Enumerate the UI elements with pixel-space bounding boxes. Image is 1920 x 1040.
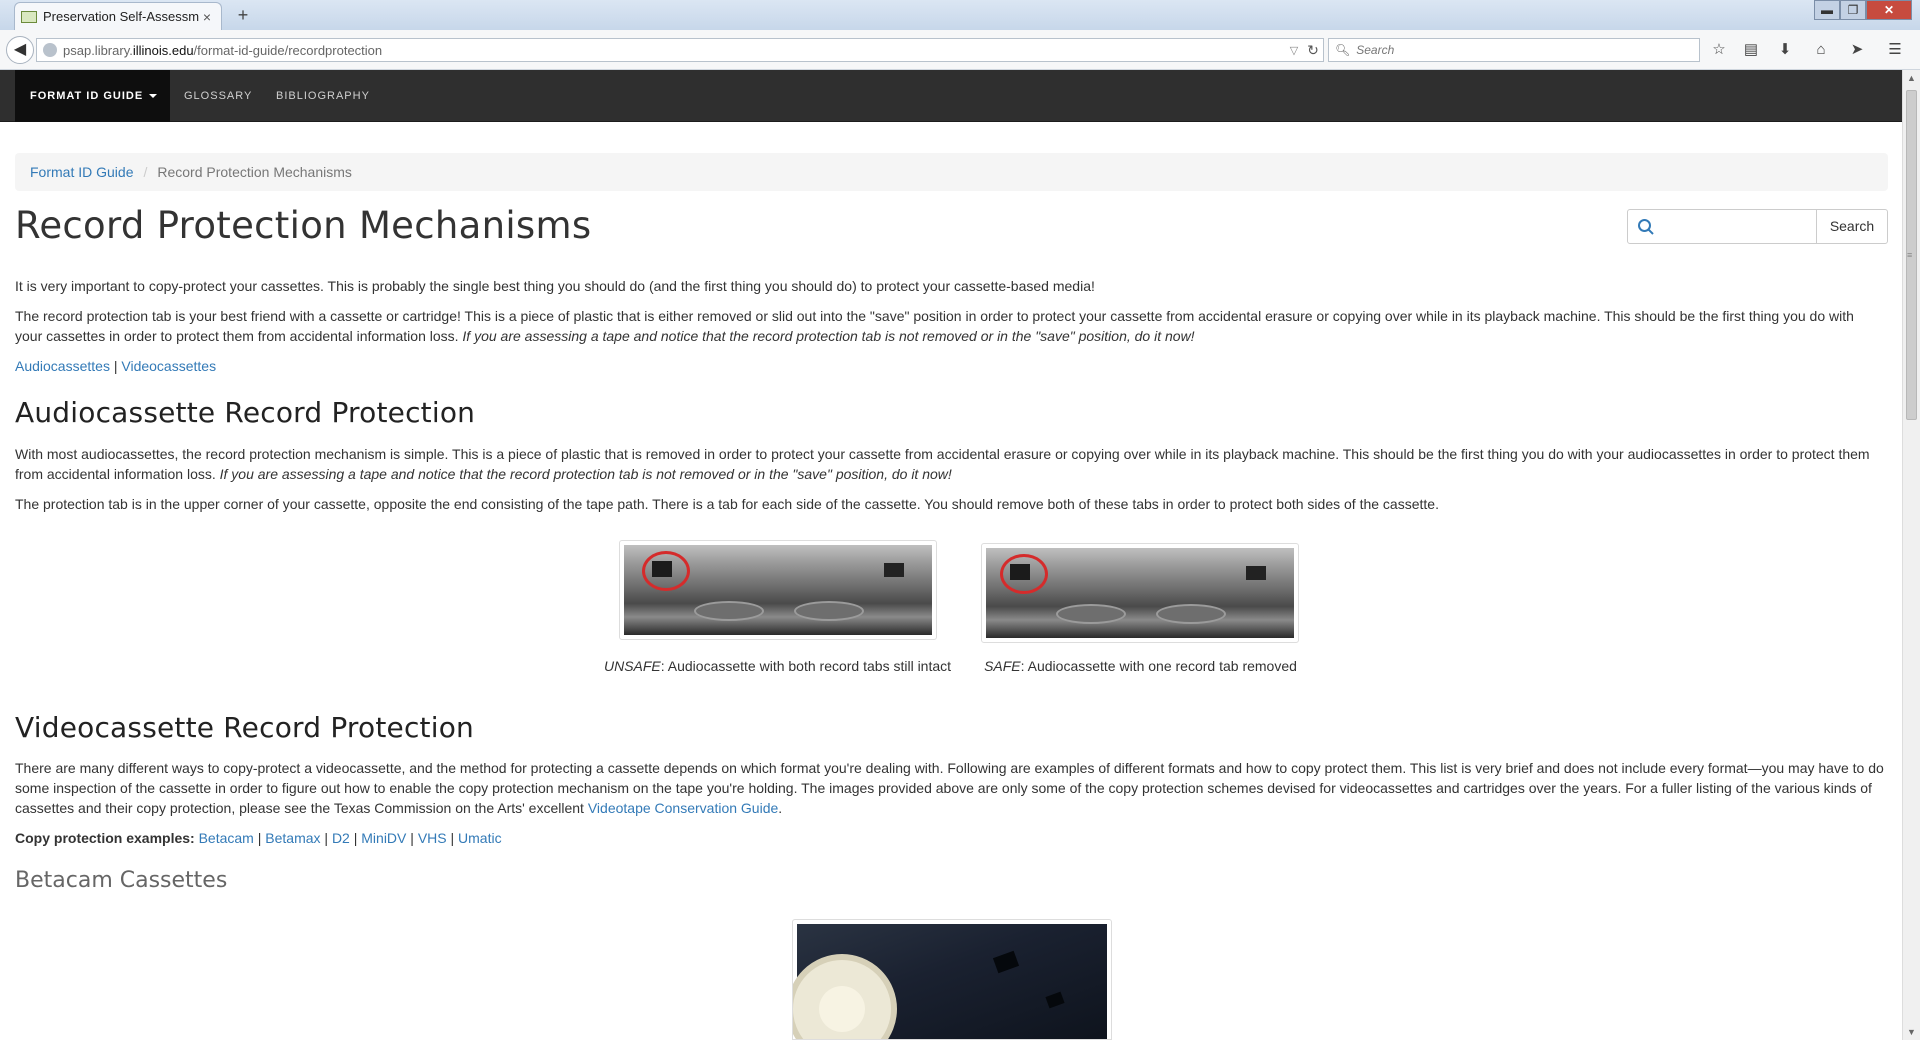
audiocassette-unsafe-caption: UNSAFE: Audiocassette with both record t… [603,658,952,674]
link-betacam[interactable]: Betacam [199,830,254,846]
link-d2[interactable]: D2 [332,830,350,846]
back-arrow-icon: ◀ [13,41,27,58]
link-vhs[interactable]: VHS [418,830,447,846]
bookmark-star-icon[interactable]: ☆ [1708,40,1730,60]
video-section-heading: Videocassette Record Protection [15,711,474,744]
breadcrumb-separator: / [143,164,148,180]
search-icon: 🔍︎ [1335,43,1351,57]
site-info-icon[interactable] [43,43,57,57]
intro-paragraph-2: The record protection tab is your best f… [15,308,1854,344]
nav-format-id-guide[interactable]: FORMAT ID GUIDE [15,70,170,122]
new-tab-button[interactable]: + [232,5,254,25]
menu-icon[interactable]: ☰ [1884,40,1906,60]
betacam-heading: Betacam Cassettes [15,868,228,893]
nav-glossary[interactable]: GLOSSARY [184,70,252,122]
page-viewport: FORMAT ID GUIDE GLOSSARY BIBLIOGRAPHY Fo… [0,70,1902,1040]
site-search-button[interactable]: Search [1817,210,1887,243]
audiocassette-safe-image [981,543,1299,643]
betacam-cassette-image [792,919,1112,1040]
link-minidv[interactable]: MiniDV [361,830,406,846]
favicon-icon [21,10,37,23]
browser-search-placeholder: Search [1356,43,1395,57]
site-search-input[interactable] [1628,210,1817,243]
tab-close-icon[interactable]: × [199,9,215,25]
tab-title: Preservation Self-Assessme... [43,9,199,24]
page-title: Record Protection Mechanisms [15,204,592,247]
scroll-down-icon[interactable]: ▼ [1903,1024,1920,1040]
browser-titlebar: Preservation Self-Assessme... × + ▬ ❐ ✕ [0,0,1920,30]
audiocassette-unsafe-image [619,540,937,640]
link-betamax[interactable]: Betamax [265,830,320,846]
link-umatic[interactable]: Umatic [458,830,502,846]
scrollbar-grip-icon: ≡ [1907,250,1913,260]
caret-down-icon [149,94,158,99]
page-scrollbar[interactable]: ▲ ≡ ▼ [1902,70,1920,1040]
browser-navbar: ◀ psap.library.illinois.edu/format-id-gu… [0,30,1920,70]
breadcrumb: Format ID Guide / Record Protection Mech… [15,153,1888,191]
browser-tab[interactable]: Preservation Self-Assessme... × [14,2,222,30]
downloads-icon[interactable]: ⬇ [1774,40,1796,60]
link-videotape-conservation-guide[interactable]: Videotape Conservation Guide [588,800,778,816]
copy-protection-examples: Copy protection examples: Betacam | Beta… [15,830,502,846]
url-text[interactable]: psap.library.illinois.edu/format-id-guid… [63,43,1285,58]
video-paragraph-1: There are many different ways to copy-pr… [15,760,1884,816]
back-button[interactable]: ◀ [6,36,34,64]
window-close-button[interactable]: ✕ [1866,0,1912,20]
link-videocassettes[interactable]: Videocassettes [121,358,216,374]
audio-section-heading: Audiocassette Record Protection [15,396,476,429]
intro-paragraph-1: It is very important to copy-protect you… [15,278,1095,294]
browser-search-box[interactable]: 🔍︎ Search [1328,38,1700,62]
breadcrumb-current: Record Protection Mechanisms [157,164,352,180]
site-search: Search [1627,209,1888,244]
maximize-button[interactable]: ❐ [1840,0,1866,20]
search-icon [1638,218,1654,235]
section-links: Audiocassettes | Videocassettes [15,358,217,374]
audio-paragraph-1: With most audiocassettes, the record pro… [15,446,1870,482]
minimize-button[interactable]: ▬ [1814,0,1840,20]
address-bar[interactable]: psap.library.illinois.edu/format-id-guid… [36,38,1324,62]
url-dropdown-icon[interactable]: ▽ [1285,44,1303,57]
scroll-up-icon[interactable]: ▲ [1903,70,1920,86]
audiocassette-safe-caption: SAFE: Audiocassette with one record tab … [984,658,1297,674]
share-icon[interactable]: ➤ [1846,40,1868,60]
home-icon[interactable]: ⌂ [1810,40,1832,60]
reload-icon[interactable]: ↻ [1303,42,1323,59]
reading-list-icon[interactable]: ▤ [1740,40,1762,60]
nav-bibliography[interactable]: BIBLIOGRAPHY [276,70,370,122]
link-audiocassettes[interactable]: Audiocassettes [15,358,110,374]
audio-paragraph-2: The protection tab is in the upper corne… [15,496,1439,512]
breadcrumb-link-format-id-guide[interactable]: Format ID Guide [30,164,133,180]
site-navbar: FORMAT ID GUIDE GLOSSARY BIBLIOGRAPHY [0,70,1902,122]
